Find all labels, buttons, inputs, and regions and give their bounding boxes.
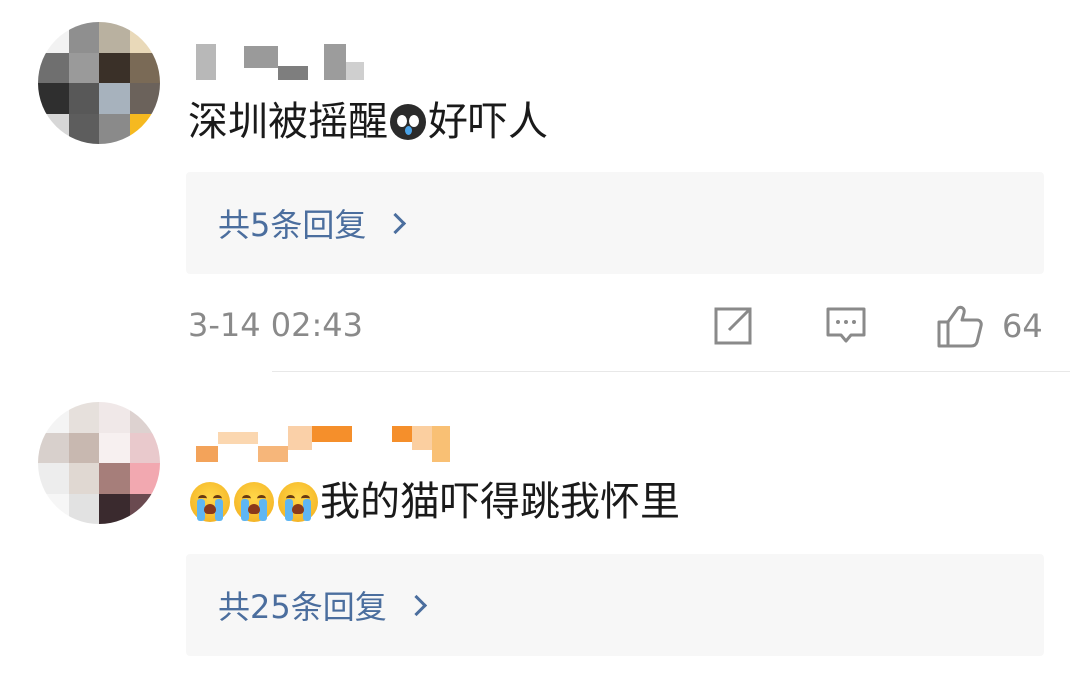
- comment-text: 我的猫吓得跳我怀里: [188, 478, 680, 526]
- comment-text: 深圳被摇醒 好吓人: [188, 98, 548, 146]
- username-pixelated[interactable]: [196, 422, 450, 462]
- reply-count-label: 共5条回复: [218, 206, 367, 244]
- comment-text-part: 深圳被摇醒: [188, 99, 388, 145]
- comment-text-part: 我的猫吓得跳我怀里: [320, 479, 680, 525]
- crying-face-icon: [190, 482, 230, 522]
- share-button[interactable]: [711, 304, 755, 352]
- dark-crying-face-icon: [390, 104, 426, 140]
- chevron-right-icon: [405, 594, 427, 616]
- crying-face-icon: [234, 482, 274, 522]
- thumbs-up-icon: [937, 305, 983, 348]
- comment-button[interactable]: [824, 304, 868, 352]
- comment-list: 深圳被摇醒 好吓人 共5条回复 3-14 02:43 64 我的猫吓得跳我怀里 …: [0, 0, 1070, 681]
- comment-meta-row: 3-14 02:43 64: [0, 300, 1070, 352]
- view-replies-button[interactable]: 共25条回复: [186, 554, 1044, 656]
- timestamp: 3-14 02:43: [188, 306, 364, 344]
- comment-text-part: 好吓人: [428, 99, 548, 145]
- comment-item: 深圳被摇醒 好吓人 共5条回复 3-14 02:43 64: [0, 0, 1070, 372]
- reply-count-label: 共25条回复: [218, 588, 387, 626]
- chevron-right-icon: [385, 212, 407, 234]
- avatar[interactable]: [38, 22, 160, 144]
- avatar[interactable]: [38, 402, 160, 524]
- comment-icon: [826, 307, 866, 343]
- username-pixelated[interactable]: [196, 40, 364, 80]
- share-icon: [714, 307, 752, 345]
- like-count: 64: [1002, 307, 1043, 345]
- crying-face-icon: [278, 482, 318, 522]
- like-button[interactable]: 64: [936, 304, 1043, 348]
- view-replies-button[interactable]: 共5条回复: [186, 172, 1044, 274]
- comment-item: 我的猫吓得跳我怀里 共25条回复: [0, 372, 1070, 681]
